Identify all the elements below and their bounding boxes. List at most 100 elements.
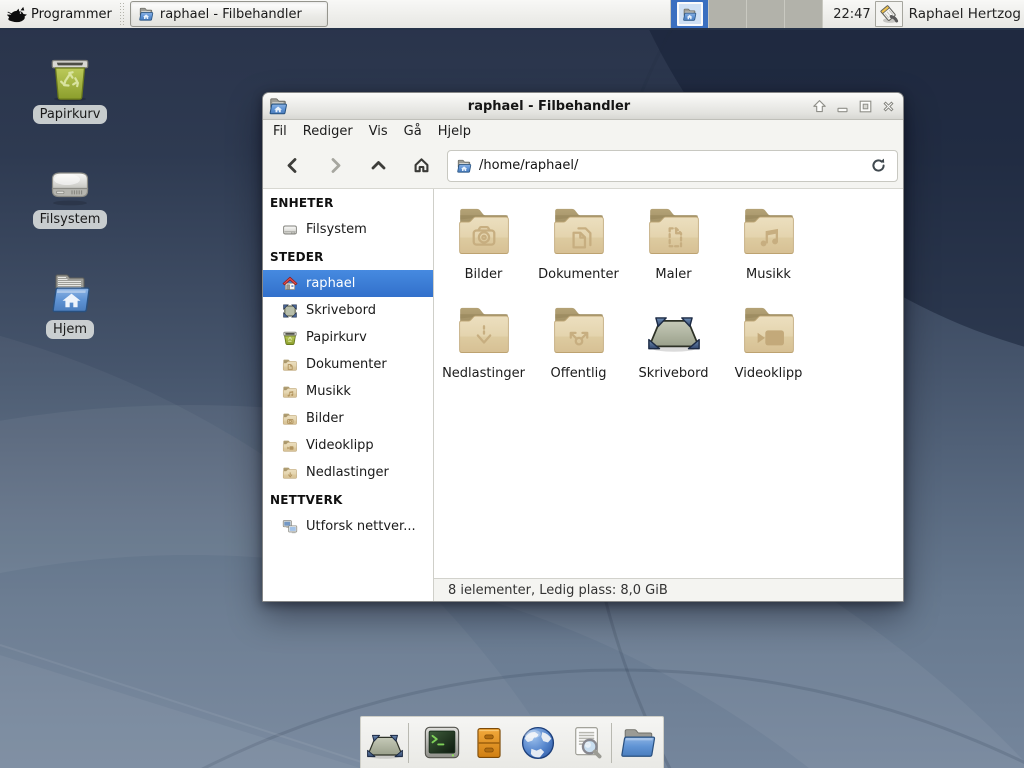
forward-button[interactable] — [315, 147, 355, 185]
window-title: raphael - Filbehandler — [288, 99, 810, 114]
file-icon-view[interactable]: Bilder Dokumenter Maler Musikk Nedlastin… — [434, 189, 903, 578]
network-plug-icon — [878, 3, 900, 25]
fi-downloads-icon — [458, 303, 510, 355]
workspace-4[interactable] — [785, 0, 823, 28]
menu-go[interactable]: Gå — [396, 121, 430, 143]
file-label: Skrivebord — [638, 366, 708, 381]
sidebar-header-network: NETTVERK — [263, 486, 433, 513]
file-videos[interactable]: Videoklipp — [721, 297, 816, 396]
file-desktop[interactable]: Skrivebord — [626, 297, 721, 396]
file-pictures[interactable]: Bilder — [436, 198, 531, 297]
fi-pictures-icon — [458, 204, 510, 256]
file-label: Bilder — [465, 267, 503, 282]
sidebar-item-documents[interactable]: Dokumenter — [263, 351, 433, 378]
file-manager-window: raphael - Filbehandler FilRedigerVisGåHj… — [262, 92, 904, 602]
location-bar[interactable]: /home/raphael/ — [447, 150, 898, 182]
desktop-icon-home[interactable]: Hjem — [22, 269, 118, 339]
fi-music-icon — [743, 204, 795, 256]
file-public[interactable]: Offentlig — [531, 297, 626, 396]
sb-network-icon — [282, 519, 298, 535]
network-tray-button[interactable] — [875, 1, 903, 27]
workspace-pager — [670, 0, 823, 28]
fi-public-icon — [553, 303, 605, 355]
file-label: Dokumenter — [538, 267, 619, 282]
panel-clock[interactable]: 22:47 — [833, 7, 870, 22]
applications-menu-button[interactable]: Programmer — [0, 0, 117, 28]
main-column: Bilder Dokumenter Maler Musikk Nedlastin… — [434, 189, 903, 601]
toolbar: /home/raphael/ — [263, 143, 903, 189]
dock-show-desktop[interactable] — [362, 725, 408, 761]
menu-view[interactable]: Vis — [361, 121, 396, 143]
sb-folder-doc-icon — [282, 357, 298, 373]
workspace-2[interactable] — [709, 0, 747, 28]
tb-fwd-icon — [326, 156, 345, 175]
taskbar-window-label: raphael - Filbehandler — [160, 7, 302, 22]
sidebar-item-desktop[interactable]: Skrivebord — [263, 297, 433, 324]
dock-web-browser[interactable] — [513, 724, 562, 762]
dock-file-manager[interactable] — [611, 723, 663, 763]
file-label: Offentlig — [551, 366, 607, 381]
home-48-icon — [46, 269, 94, 317]
reload-button[interactable] — [867, 155, 889, 177]
sidebar-item-downloads[interactable]: Nedlastinger — [263, 459, 433, 486]
dk-cabinet-icon — [472, 726, 506, 760]
sidebar-item-videos[interactable]: Videoklipp — [263, 432, 433, 459]
trash-48-icon — [46, 54, 94, 102]
shade-button[interactable] — [810, 97, 828, 115]
sidebar-item-trash[interactable]: Papirkurv — [263, 324, 433, 351]
sidebar-item-browse-network[interactable]: Utforsk nettver... — [263, 513, 433, 540]
desktop-icon-trash[interactable]: Papirkurv — [22, 54, 118, 124]
dock-app-finder[interactable] — [562, 725, 611, 761]
file-documents[interactable]: Dokumenter — [531, 198, 626, 297]
minimize-button[interactable] — [833, 97, 851, 115]
menu-file[interactable]: Fil — [265, 121, 295, 143]
dock-terminal[interactable] — [408, 723, 465, 763]
tb-up-icon — [369, 156, 388, 175]
menu-help[interactable]: Hjelp — [430, 121, 479, 143]
file-music[interactable]: Musikk — [721, 198, 816, 297]
desktop-icon-label: Papirkurv — [33, 105, 108, 124]
dk-search-icon — [569, 725, 605, 761]
close-button[interactable] — [879, 97, 897, 115]
dock-file-cabinet[interactable] — [465, 726, 513, 760]
home-button[interactable] — [401, 147, 441, 185]
file-downloads[interactable]: Nedlastinger — [436, 297, 531, 396]
desktop-icon-label: Hjem — [46, 320, 94, 339]
wb-shade-icon — [811, 98, 828, 115]
workspace-1[interactable] — [671, 0, 709, 28]
statusbar: 8 ielementer, Ledig plass: 8,0 GiB — [434, 578, 903, 601]
location-path[interactable]: /home/raphael/ — [479, 158, 860, 173]
sb-desktop-icon — [282, 303, 298, 319]
up-button[interactable] — [358, 147, 398, 185]
fi-templates-icon — [648, 204, 700, 256]
sidebar-item-pictures[interactable]: Bilder — [263, 405, 433, 432]
xfce-logo-icon — [7, 4, 27, 24]
location-folder-icon — [456, 158, 472, 174]
desktop-icon-label: Filsystem — [33, 210, 108, 229]
titlebar[interactable]: raphael - Filbehandler — [263, 93, 903, 120]
desktop-icon-filesystem[interactable]: Filsystem — [22, 159, 118, 229]
file-templates[interactable]: Maler — [626, 198, 721, 297]
window-icon — [268, 96, 288, 116]
sidebar-item-music[interactable]: Musikk — [263, 378, 433, 405]
file-label: Nedlastinger — [442, 366, 525, 381]
sidebar-header-devices: ENHETER — [263, 189, 433, 216]
tb-back-icon — [283, 156, 302, 175]
menu-edit[interactable]: Rediger — [295, 121, 361, 143]
taskbar-window-button[interactable]: raphael - Filbehandler — [130, 1, 328, 27]
statusbar-text: 8 ielementer, Ledig plass: 8,0 GiB — [448, 583, 668, 598]
menubar: FilRedigerVisGåHjelp — [263, 120, 903, 143]
drive-48-icon — [46, 159, 94, 207]
back-button[interactable] — [272, 147, 312, 185]
fi-documents-icon — [553, 204, 605, 256]
workspace-3[interactable] — [747, 0, 785, 28]
dk-globe-icon — [519, 724, 557, 762]
window-content: ENHETER Filsystem STEDER raphael Skriveb… — [263, 189, 903, 601]
sb-folder-dl-icon — [282, 465, 298, 481]
file-label: Videoklipp — [735, 366, 803, 381]
maximize-button[interactable] — [856, 97, 874, 115]
sidebar-item-filesystem[interactable]: Filsystem — [263, 216, 433, 243]
sidebar-item-raphael[interactable]: raphael — [263, 270, 433, 297]
window-controls — [810, 97, 897, 115]
panel-username[interactable]: Raphael Hertzog — [909, 6, 1021, 22]
